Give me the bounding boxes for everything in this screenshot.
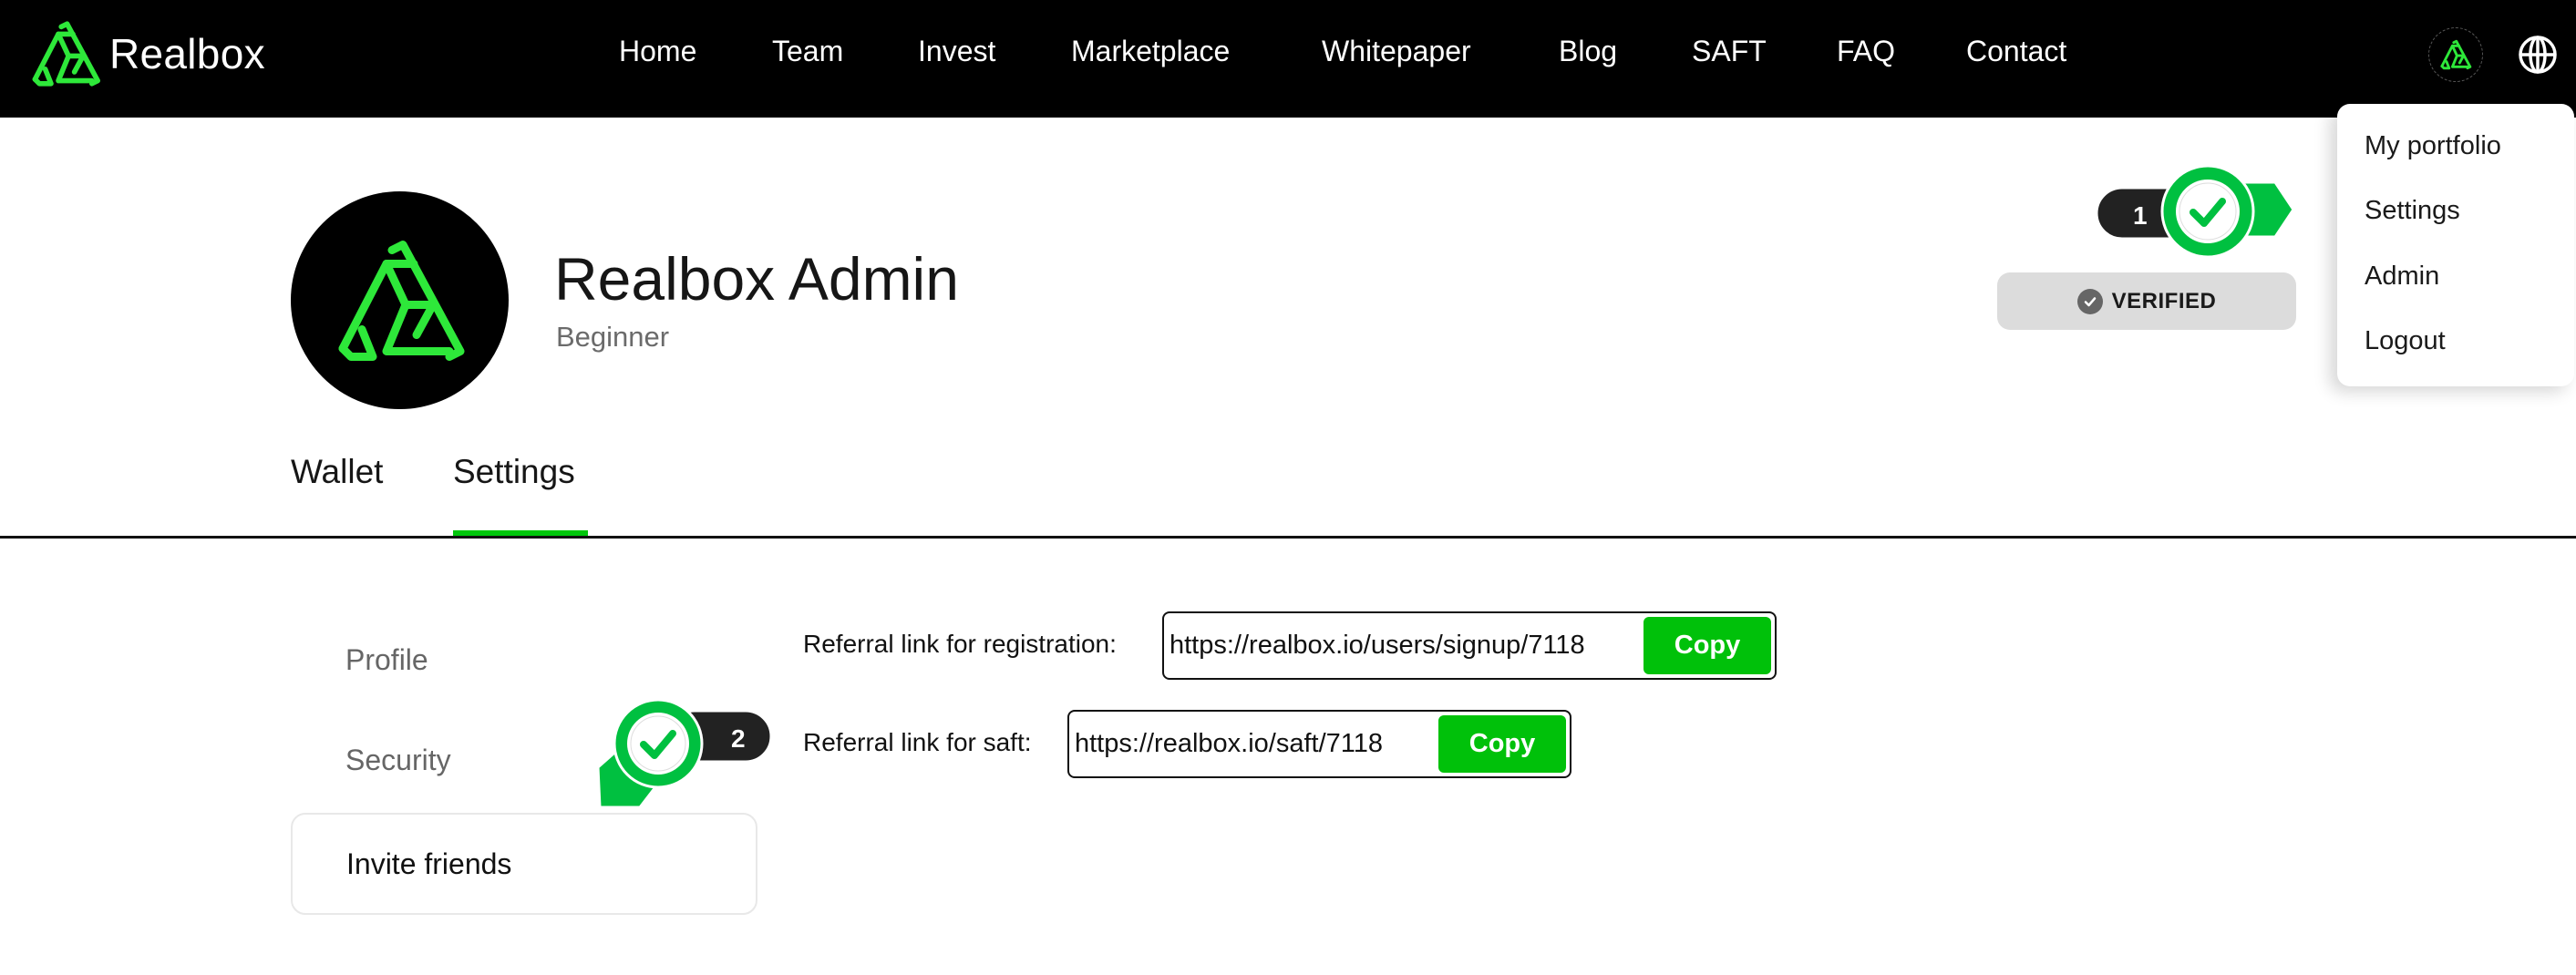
user-dropdown-menu: My portfolio Settings Admin Logout bbox=[2337, 104, 2574, 386]
referral-saft-field: https://realbox.io/saft/7118 Copy bbox=[1067, 710, 1571, 778]
profile-name: Realbox Admin bbox=[554, 245, 959, 313]
nav-blog[interactable]: Blog bbox=[1559, 35, 1617, 68]
profile-avatar bbox=[291, 191, 509, 409]
step-marker-2: 2 bbox=[592, 689, 775, 816]
verified-badge: VERIFIED bbox=[1997, 272, 2296, 330]
referral-saft-label: Referral link for saft: bbox=[803, 728, 1032, 756]
copy-registration-link-button[interactable]: Copy bbox=[1643, 617, 1771, 674]
step-marker-1: 1 bbox=[2093, 164, 2303, 273]
nav-contact[interactable]: Contact bbox=[1966, 35, 2066, 68]
referral-registration-field: https://realbox.io/users/signup/7118 Cop… bbox=[1162, 611, 1777, 680]
nav-saft[interactable]: SAFT bbox=[1692, 35, 1767, 68]
top-navbar: Realbox Home Team Invest Marketplace Whi… bbox=[0, 0, 2576, 118]
nav-team[interactable]: Team bbox=[772, 35, 843, 68]
settings-menu-security[interactable]: Security bbox=[345, 744, 451, 777]
realbox-logo-icon bbox=[338, 240, 464, 361]
tab-wallet[interactable]: Wallet bbox=[291, 453, 383, 491]
check-circle-icon bbox=[2076, 288, 2103, 314]
referral-saft-link[interactable]: https://realbox.io/saft/7118 bbox=[1069, 729, 1438, 759]
referral-registration-link[interactable]: https://realbox.io/users/signup/7118 bbox=[1164, 631, 1643, 661]
settings-menu-invite-friends-label: Invite friends bbox=[346, 847, 512, 880]
globe-icon[interactable] bbox=[2518, 35, 2558, 75]
nav-marketplace[interactable]: Marketplace bbox=[1071, 35, 1230, 68]
nav-invest[interactable]: Invest bbox=[918, 35, 995, 68]
tab-settings[interactable]: Settings bbox=[453, 453, 575, 491]
nav-faq[interactable]: FAQ bbox=[1837, 35, 1895, 68]
realbox-logo-icon bbox=[2440, 39, 2472, 70]
user-avatar-button[interactable] bbox=[2428, 27, 2483, 82]
menu-item-settings[interactable]: Settings bbox=[2365, 196, 2460, 226]
copy-saft-link-button[interactable]: Copy bbox=[1438, 715, 1566, 773]
settings-menu-invite-friends[interactable]: Invite friends bbox=[291, 813, 757, 915]
step-marker-1-number: 1 bbox=[2133, 201, 2148, 230]
menu-item-logout[interactable]: Logout bbox=[2365, 326, 2446, 356]
menu-item-admin[interactable]: Admin bbox=[2365, 262, 2439, 292]
nav-home[interactable]: Home bbox=[619, 35, 696, 68]
profile-level: Beginner bbox=[556, 321, 670, 353]
settings-menu-profile[interactable]: Profile bbox=[345, 643, 428, 677]
menu-item-my-portfolio[interactable]: My portfolio bbox=[2365, 131, 2501, 161]
main-nav: Home Team Invest Marketplace Whitepaper … bbox=[0, 35, 2576, 80]
referral-registration-label: Referral link for registration: bbox=[803, 630, 1117, 658]
step-marker-2-number: 2 bbox=[731, 724, 746, 753]
tabs-divider bbox=[0, 536, 2576, 539]
nav-whitepaper[interactable]: Whitepaper bbox=[1322, 35, 1471, 68]
verified-badge-label: VERIFIED bbox=[2111, 288, 2217, 313]
